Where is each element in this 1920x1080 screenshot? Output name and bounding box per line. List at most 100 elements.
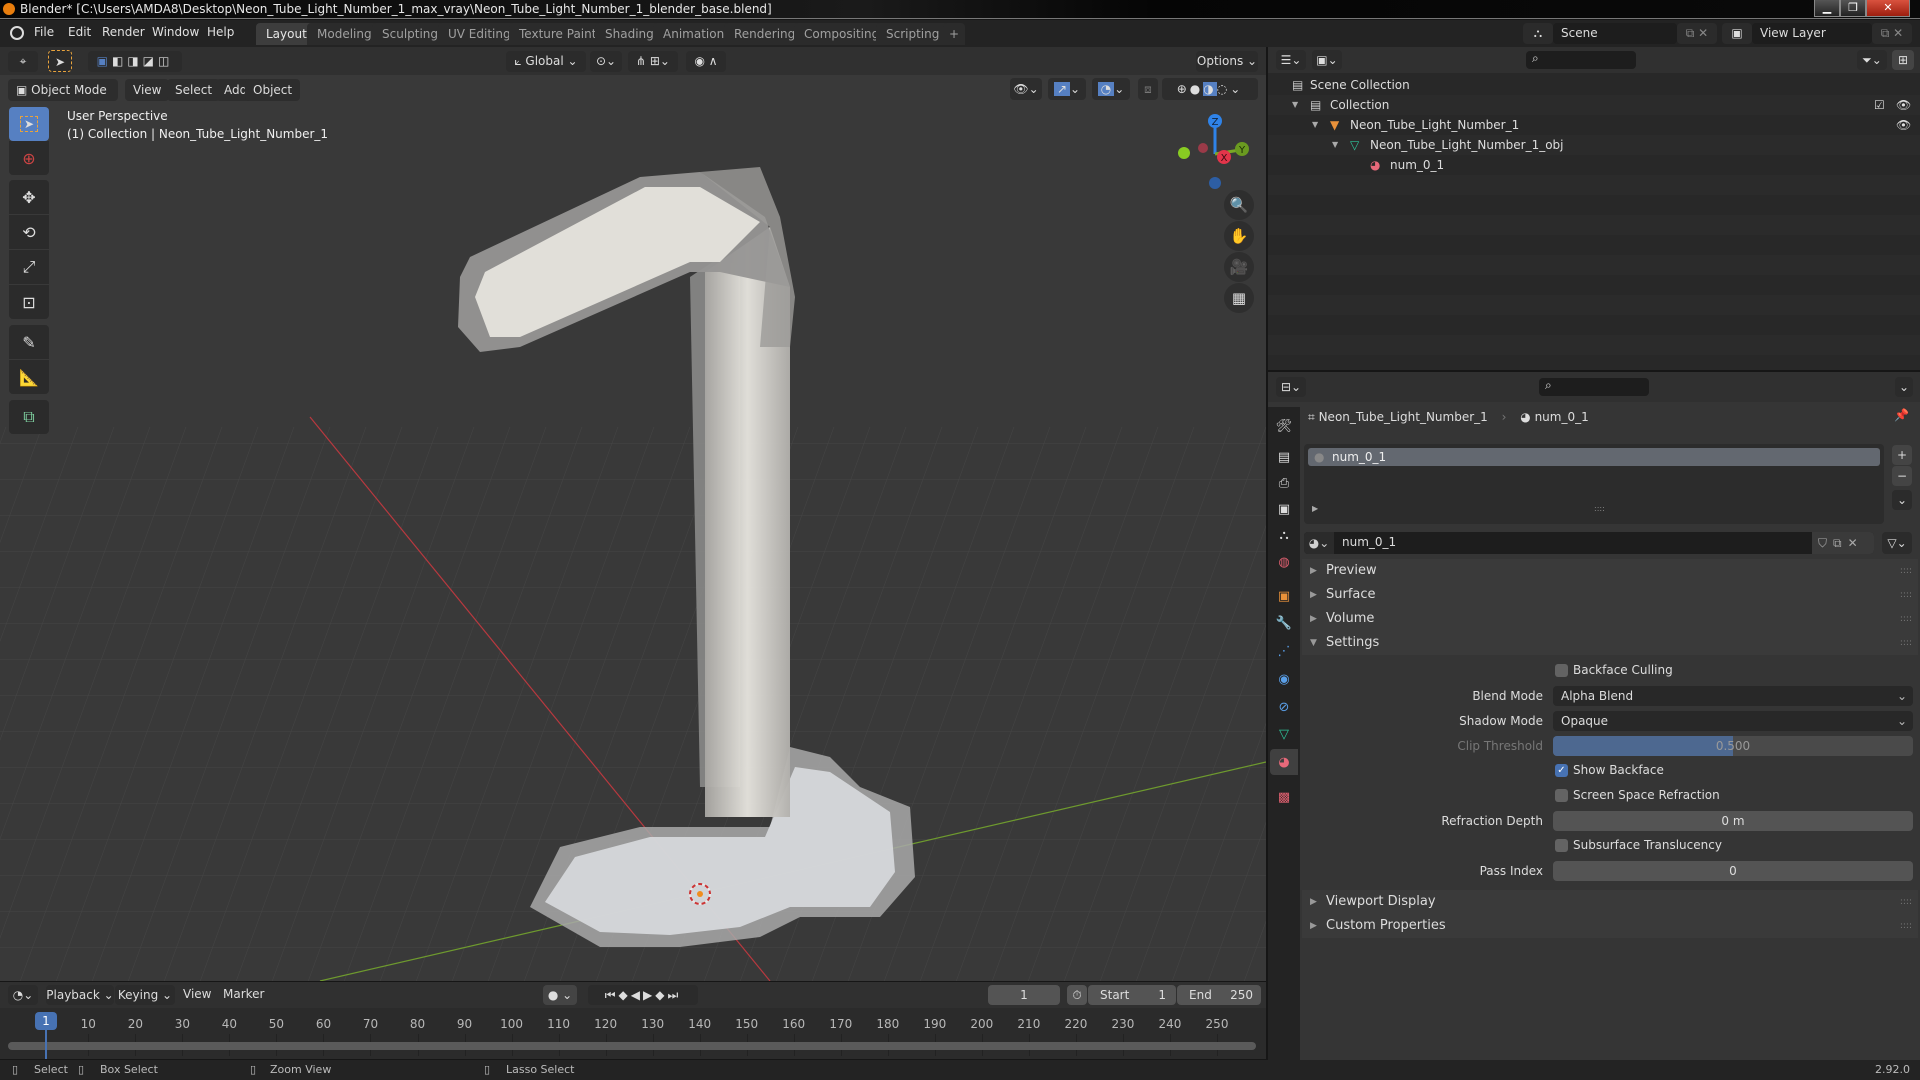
playhead-frame-indicator[interactable]: 1 xyxy=(35,1012,57,1030)
outliner-row-collection[interactable]: ▼ ▤ Collection ☑ 👁 xyxy=(1268,95,1920,115)
expand-list-arrow-icon[interactable]: ▶ xyxy=(1312,504,1318,513)
link-type-dropdown[interactable]: ▽⌄ xyxy=(1882,532,1912,554)
tab-texture-paint[interactable]: Texture Paint xyxy=(509,23,607,45)
gizmo-toggle-icon[interactable]: ↗ ⌄ xyxy=(1048,78,1086,100)
panel-preview[interactable]: ▶ Preview:::: xyxy=(1302,559,1918,583)
transform-tool[interactable]: ⊡ xyxy=(9,285,49,319)
subsurface-translucency-checkbox[interactable] xyxy=(1555,839,1568,852)
remove-material-slot-button[interactable]: − xyxy=(1892,466,1912,486)
menu-file[interactable]: File xyxy=(34,25,54,39)
refraction-depth-field[interactable]: 0 m xyxy=(1553,811,1913,831)
pin-icon[interactable]: 📌 xyxy=(1894,408,1909,422)
fake-user-copy-unlink-buttons[interactable]: ⛉⧉✕ xyxy=(1812,532,1874,554)
properties-editor-type-icon[interactable]: ⊟⌄ xyxy=(1276,377,1306,397)
outliner-row-object[interactable]: ▼ ▼ Neon_Tube_Light_Number_1 👁 xyxy=(1268,115,1920,135)
menu-render[interactable]: Render xyxy=(102,25,145,39)
display-mode-icon[interactable]: ▣⌄ xyxy=(1312,50,1342,70)
overlays-toggle-icon[interactable]: ◔ ⌄ xyxy=(1092,78,1130,100)
move-tool[interactable]: ✥ xyxy=(9,180,49,214)
panel-custom-properties[interactable]: ▶ Custom Properties:::: xyxy=(1302,914,1918,938)
outliner-search-input[interactable]: ⌕ xyxy=(1526,51,1636,69)
shading-mode-buttons[interactable]: ⊕●◑◌⌄ xyxy=(1162,78,1258,100)
shadow-mode-dropdown[interactable]: Opaque ⌄ xyxy=(1553,711,1913,731)
add-material-slot-button[interactable]: + xyxy=(1892,445,1912,465)
view-layer-name-field[interactable]: View Layer xyxy=(1752,23,1872,44)
constraints-tab-icon[interactable]: ⊘ xyxy=(1270,694,1298,720)
minimize-button[interactable]: ▁ xyxy=(1814,0,1840,17)
data-tab-icon[interactable]: ▽ xyxy=(1270,721,1298,747)
material-name-field[interactable]: num_0_1 xyxy=(1342,535,1396,549)
3d-viewport[interactable]: ⌖ ➤ ▣◧◨◪◫ ⟀ Global ⌄ ⊙⌄ ⋔ ⊞⌄ ◉ ∧ Options… xyxy=(0,47,1266,981)
blender-menu-icon[interactable] xyxy=(10,26,24,40)
close-button[interactable]: ✕ xyxy=(1866,0,1910,17)
tool-tab-icon[interactable]: 🛠 xyxy=(1270,413,1298,439)
clip-threshold-slider[interactable]: 0.500 xyxy=(1553,736,1913,756)
scale-tool[interactable]: ⤢ xyxy=(9,250,49,284)
browse-material-icon[interactable]: ◕⌄ xyxy=(1304,532,1334,554)
proportional-edit-icon[interactable]: ◉ ∧ xyxy=(686,51,726,72)
add-cube-tool[interactable]: ⧉ xyxy=(9,400,49,434)
pass-index-field[interactable]: 0 xyxy=(1553,861,1913,881)
options-dropdown[interactable]: Options ⌄ xyxy=(1196,51,1258,72)
texture-tab-icon[interactable]: ▩ xyxy=(1270,784,1298,810)
menu-help[interactable]: Help xyxy=(207,25,234,39)
exclude-checkbox[interactable]: ☑ xyxy=(1874,95,1885,115)
gizmo-neg-x[interactable] xyxy=(1198,143,1208,153)
xray-toggle-icon[interactable]: ⧈ xyxy=(1138,78,1158,100)
filter-icon[interactable]: ⏷⌄ xyxy=(1857,50,1887,70)
playhead-line[interactable] xyxy=(45,1030,47,1059)
pivot-point-icon[interactable]: ⊙⌄ xyxy=(590,51,622,72)
output-tab-icon[interactable]: ⎙ xyxy=(1270,470,1298,496)
visibility-eye-icon[interactable]: 👁 xyxy=(1896,95,1911,115)
outliner-row-material[interactable]: ◕ num_0_1 xyxy=(1268,155,1920,175)
menu-edit[interactable]: Edit xyxy=(68,25,91,39)
world-tab-icon[interactable]: ◍ xyxy=(1270,549,1298,575)
pan-view-icon[interactable]: ✋ xyxy=(1224,221,1254,251)
menu-view[interactable]: View xyxy=(125,79,170,101)
rotate-tool[interactable]: ⟲ xyxy=(9,215,49,249)
visibility-eye-icon[interactable]: 👁 xyxy=(1896,115,1911,135)
maximize-button[interactable]: ❐ xyxy=(1840,0,1866,17)
menu-select[interactable]: Select xyxy=(167,79,221,101)
new-collection-icon[interactable]: ⊞ xyxy=(1892,50,1914,70)
selection-mode-buttons[interactable]: ▣◧◨◪◫ xyxy=(88,51,182,72)
tab-scripting[interactable]: Scripting xyxy=(876,23,950,45)
navigation-gizmo[interactable]: Z Y X xyxy=(1170,109,1260,189)
expand-arrow-icon[interactable]: ▼ xyxy=(1312,115,1318,135)
object-tab-icon[interactable]: ▣ xyxy=(1270,583,1298,609)
properties-search-input[interactable]: ⌕ xyxy=(1539,378,1649,396)
transform-orientation-dropdown[interactable]: ⟀ Global ⌄ xyxy=(506,51,586,72)
cursor-tool[interactable]: ⊕ xyxy=(9,141,49,175)
solid-shading-icon[interactable]: ● xyxy=(1190,82,1203,96)
blend-mode-dropdown[interactable]: Alpha Blend ⌄ xyxy=(1553,686,1913,706)
visibility-selectability-icon[interactable]: 👁⌄ xyxy=(1010,78,1042,100)
gizmo-neg-y[interactable] xyxy=(1178,147,1190,159)
outliner-row-mesh[interactable]: ▼ ▽ Neon_Tube_Light_Number_1_obj xyxy=(1268,135,1920,155)
properties-options-chevron[interactable]: ⌄ xyxy=(1895,377,1913,397)
select-box-tool[interactable]: ➤ xyxy=(9,107,49,141)
panel-surface[interactable]: ▶ Surface:::: xyxy=(1302,583,1918,607)
panel-viewport-display[interactable]: ▶ Viewport Display:::: xyxy=(1302,890,1918,914)
timeline-scrollbar[interactable] xyxy=(8,1042,1256,1050)
annotate-tool[interactable]: ✎ xyxy=(9,325,49,359)
material-preview-shading-icon[interactable]: ◑ xyxy=(1203,82,1217,96)
menu-object[interactable]: Object xyxy=(245,79,301,101)
camera-view-icon[interactable]: 🎥 xyxy=(1224,252,1254,282)
list-resize-grip[interactable]: :::: xyxy=(1594,504,1605,513)
view-layer-tab-icon[interactable]: ▣ xyxy=(1270,496,1298,522)
physics-tab-icon[interactable]: ◉ xyxy=(1270,666,1298,692)
scene-copy-close-buttons[interactable]: ⧉ ✕ xyxy=(1677,23,1717,44)
tab-animation[interactable]: Animation xyxy=(653,23,735,45)
material-tab-icon[interactable]: ◕ xyxy=(1270,749,1298,775)
outliner-row-scene-collection[interactable]: ▤ Scene Collection xyxy=(1268,75,1920,95)
object-mode-dropdown[interactable]: ▣ Object Mode ⌄ xyxy=(8,79,118,119)
tweak-tool-icon[interactable]: ➤ xyxy=(48,50,72,72)
particles-tab-icon[interactable]: ⋰ xyxy=(1270,638,1298,664)
screen-space-refraction-checkbox[interactable] xyxy=(1555,789,1568,802)
measure-tool[interactable]: 📐 xyxy=(9,360,49,394)
scene-tab-icon[interactable]: ⛬ xyxy=(1270,522,1298,548)
editor-type-icon[interactable]: ⌖ xyxy=(8,51,38,72)
outliner-editor-type-icon[interactable]: ☰⌄ xyxy=(1276,50,1306,70)
tab-modeling[interactable]: Modeling xyxy=(307,23,382,45)
rendered-shading-icon[interactable]: ◌ xyxy=(1217,82,1230,96)
